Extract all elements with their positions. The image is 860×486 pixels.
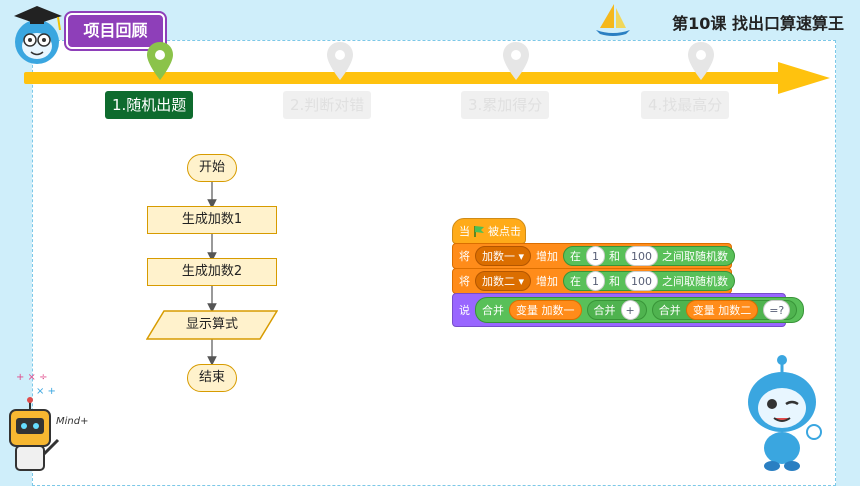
green-flag-icon <box>474 226 484 237</box>
lesson-title: 第10课 找出口算速算王 <box>672 14 844 33</box>
scratch-when-flag-clicked[interactable]: 当 被点击 <box>452 218 526 244</box>
location-pin-active-icon <box>147 42 173 80</box>
block-action: 增加 <box>536 275 559 288</box>
sailboat-logo-icon <box>596 4 630 36</box>
random-min-input[interactable]: 1 <box>586 271 606 291</box>
progress-timeline <box>24 72 794 84</box>
step-4-highest-score[interactable]: 4.找最高分 <box>641 91 730 119</box>
join-label: 合并 <box>482 304 504 317</box>
flowchart-generate-addend-2: 生成加数2 <box>147 258 277 286</box>
random-block[interactable]: 在 1 和 100 之间取随机数 <box>563 246 736 266</box>
block-verb: 将 <box>459 250 470 263</box>
join-label: 合并 <box>658 304 681 317</box>
flowchart-display-formula: 显示算式 <box>185 317 238 332</box>
hat-prefix: 当 <box>459 225 470 238</box>
location-pin-icon <box>327 42 353 80</box>
hat-suffix: 被点击 <box>488 225 521 238</box>
svg-text:+ × ÷: + × ÷ <box>16 372 48 383</box>
say-verb: 说 <box>459 304 470 317</box>
mind-plus-logo-text: Mind+ <box>56 416 89 427</box>
random-min-input[interactable]: 1 <box>586 246 606 266</box>
variable-dropdown[interactable]: 加数一 ▾ <box>475 246 532 266</box>
scratch-change-addend2[interactable]: 将 加数二 ▾ 增加 在 1 和 100 之间取随机数 <box>452 268 736 294</box>
join-block-outer[interactable]: 合并 变量 加数一 合并 + 合并 变量 加数二 =? <box>475 297 805 323</box>
join-block-inner-2[interactable]: 合并 变量 加数二 =? <box>651 300 798 320</box>
plus-input[interactable]: + <box>620 300 640 320</box>
variable-dropdown[interactable]: 加数二 ▾ <box>475 271 532 291</box>
random-and-label: 和 <box>609 275 621 288</box>
scratch-change-addend1[interactable]: 将 加数一 ▾ 增加 在 1 和 100 之间取随机数 <box>452 243 736 269</box>
step-1-random-question[interactable]: 1.随机出题 <box>105 91 194 119</box>
mascot-graduate-icon <box>14 6 62 64</box>
random-in-label: 在 <box>570 250 582 263</box>
flowchart-start: 开始 <box>187 154 237 182</box>
flowchart-generate-addend-1: 生成加数1 <box>147 206 277 234</box>
random-block[interactable]: 在 1 和 100 之间取随机数 <box>563 271 736 291</box>
flowchart-end: 结束 <box>187 364 237 392</box>
random-in-label: 在 <box>570 275 582 288</box>
random-and-label: 和 <box>609 250 621 263</box>
location-pin-icon <box>688 42 714 80</box>
join-label: 合并 <box>593 304 616 317</box>
random-tail-label: 之间取随机数 <box>662 275 729 288</box>
mascot-robot-wink-icon <box>748 355 822 471</box>
step-3-accumulate[interactable]: 3.累加得分 <box>461 91 550 119</box>
block-verb: 将 <box>459 275 470 288</box>
variable-addend2[interactable]: 变量 加数二 <box>685 300 759 320</box>
timeline-arrow-icon <box>778 62 830 94</box>
variable-addend1[interactable]: 变量 加数一 <box>509 300 582 320</box>
step-2-judge[interactable]: 2.判断对错 <box>283 91 372 119</box>
svg-text:× +: × + <box>36 386 56 397</box>
block-action: 增加 <box>536 250 559 263</box>
random-max-input[interactable]: 100 <box>625 246 659 266</box>
random-tail-label: 之间取随机数 <box>662 250 729 263</box>
join-block-inner[interactable]: 合并 + <box>586 300 647 320</box>
scratch-say-block[interactable]: 说 合并 变量 加数一 合并 + 合并 变量 加数二 =? <box>452 293 805 327</box>
location-pin-icon <box>503 42 529 80</box>
equals-question-input[interactable]: =? <box>763 300 791 320</box>
random-max-input[interactable]: 100 <box>625 271 659 291</box>
